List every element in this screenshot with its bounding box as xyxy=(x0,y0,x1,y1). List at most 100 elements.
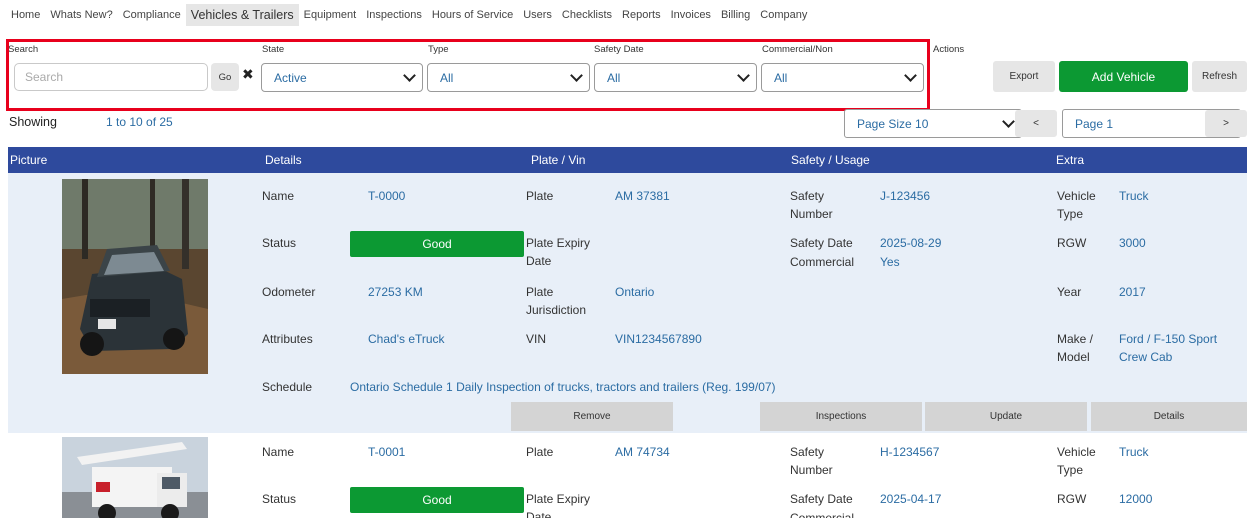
nav-item-inspections[interactable]: Inspections xyxy=(361,6,427,24)
rgw-label: RGW xyxy=(1057,236,1087,250)
state-select-value: Active xyxy=(274,70,307,85)
rgw-value[interactable]: 3000 xyxy=(1119,234,1146,252)
nav-item-company[interactable]: Company xyxy=(755,6,812,24)
filter-bar: Search State Type Safety Date Commercial… xyxy=(0,30,1247,111)
state-label: State xyxy=(262,44,285,55)
nav-item-users[interactable]: Users xyxy=(518,6,557,24)
chevron-down-icon xyxy=(403,68,416,82)
vehicle-type-value[interactable]: Truck xyxy=(1119,443,1149,461)
details-button[interactable]: Details xyxy=(1091,402,1247,431)
schedule-value[interactable]: Ontario Schedule 1 Daily Inspection of t… xyxy=(350,378,776,396)
plate-value[interactable]: AM 74734 xyxy=(615,443,670,461)
top-nav: Home Whats New? Compliance Vehicles & Tr… xyxy=(0,0,1247,30)
go-button[interactable]: Go xyxy=(211,63,239,91)
nav-item-reports[interactable]: Reports xyxy=(617,6,666,24)
nav-item-billing[interactable]: Billing xyxy=(716,6,755,24)
commercial-label: Commercial/Non xyxy=(762,44,833,55)
year-label: Year xyxy=(1057,285,1082,299)
page-size-value: Page Size 10 xyxy=(857,116,929,131)
nav-item-hours-of-service[interactable]: Hours of Service xyxy=(427,6,518,24)
plate-jurisdiction-label-2: Jurisdiction xyxy=(526,303,587,317)
clear-search-icon[interactable]: ✖ xyxy=(242,66,254,83)
safety-number-value[interactable]: J-123456 xyxy=(880,187,930,205)
safety-date-select-value: All xyxy=(607,70,621,85)
table-header: Picture Details Plate / Vin Safety / Usa… xyxy=(8,147,1247,173)
refresh-button[interactable]: Refresh xyxy=(1192,61,1247,92)
commercial-value[interactable]: Yes xyxy=(880,253,900,271)
page-size-select[interactable]: Page Size 10 xyxy=(844,109,1022,138)
safety-date-label: Safety Date xyxy=(594,44,644,55)
plate-expiry-label: Plate Expiry xyxy=(526,236,591,250)
safety-number-label-2: Number xyxy=(790,463,833,477)
showing-label: Showing xyxy=(9,115,57,129)
prev-page-button[interactable]: < xyxy=(1015,110,1057,137)
vin-value[interactable]: VIN1234567890 xyxy=(615,330,702,348)
nav-item-compliance[interactable]: Compliance xyxy=(118,6,186,24)
vehicle-type-label-2: Type xyxy=(1057,207,1084,221)
vehicle-photo xyxy=(62,179,208,374)
chevron-down-icon xyxy=(1002,114,1015,128)
nav-item-vehicles-trailers[interactable]: Vehicles & Trailers xyxy=(185,4,299,26)
header-plate-vin: Plate / Vin xyxy=(531,153,586,167)
showing-value: 1 to 10 of 25 xyxy=(106,115,173,129)
search-input[interactable] xyxy=(14,63,208,91)
attributes-label: Attributes xyxy=(262,332,313,346)
page-select-value: Page 1 xyxy=(1075,116,1114,131)
plate-label: Plate xyxy=(526,445,554,459)
attributes-value[interactable]: Chad's eTruck xyxy=(368,330,445,348)
remove-button[interactable]: Remove xyxy=(511,402,673,431)
safety-number-value[interactable]: H-1234567 xyxy=(880,443,939,461)
status-label: Status xyxy=(262,492,297,506)
commercial-select[interactable]: All xyxy=(761,63,924,92)
export-button[interactable]: Export xyxy=(993,61,1055,92)
safety-date-value[interactable]: 2025-04-17 xyxy=(880,490,941,508)
header-details: Details xyxy=(265,153,302,167)
update-button[interactable]: Update xyxy=(925,402,1087,431)
make-model-value[interactable]: Ford / F-150 Sport xyxy=(1119,330,1217,348)
add-vehicle-button[interactable]: Add Vehicle xyxy=(1059,61,1188,92)
vehicle-name[interactable]: T-0000 xyxy=(368,187,405,205)
commercial-row-label: Commercial xyxy=(790,511,855,518)
state-select[interactable]: Active xyxy=(261,63,423,92)
year-value[interactable]: 2017 xyxy=(1119,283,1146,301)
header-extra: Extra xyxy=(1056,153,1085,167)
name-label: Name xyxy=(262,445,295,459)
plate-jurisdiction-label: Plate xyxy=(526,285,554,299)
next-page-button[interactable]: > xyxy=(1205,110,1247,137)
commercial-select-value: All xyxy=(774,70,788,85)
vin-label: VIN xyxy=(526,332,547,346)
nav-item-home[interactable]: Home xyxy=(6,6,45,24)
header-safety-usage: Safety / Usage xyxy=(791,153,870,167)
chevron-down-icon xyxy=(570,68,583,82)
plate-expiry-label-2: Date xyxy=(526,254,552,268)
plate-value[interactable]: AM 37381 xyxy=(615,187,670,205)
odometer-value[interactable]: 27253 KM xyxy=(368,283,423,301)
name-label: Name xyxy=(262,189,295,203)
vehicle-type-value[interactable]: Truck xyxy=(1119,187,1149,205)
inspections-button[interactable]: Inspections xyxy=(760,402,922,431)
type-select[interactable]: All xyxy=(427,63,590,92)
safety-number-label: Safety xyxy=(790,445,825,459)
chevron-down-icon xyxy=(904,68,917,82)
commercial-row-label: Commercial xyxy=(790,255,855,269)
make-model-label: Make / xyxy=(1057,332,1094,346)
nav-item-equipment[interactable]: Equipment xyxy=(299,6,362,24)
make-model-label-2: Model xyxy=(1057,350,1090,364)
rgw-value[interactable]: 12000 xyxy=(1119,490,1152,508)
nav-item-invoices[interactable]: Invoices xyxy=(666,6,716,24)
make-model-value-2[interactable]: Crew Cab xyxy=(1119,348,1172,366)
odometer-label: Odometer xyxy=(262,285,316,299)
nav-item-whats-new[interactable]: Whats New? xyxy=(45,6,117,24)
status-label: Status xyxy=(262,236,297,250)
jurisdiction-value[interactable]: Ontario xyxy=(615,283,654,301)
safety-date-value[interactable]: 2025-08-29 xyxy=(880,234,941,252)
vehicle-type-label: Vehicle xyxy=(1057,189,1096,203)
nav-item-checklists[interactable]: Checklists xyxy=(557,6,617,24)
vehicle-type-label-2: Type xyxy=(1057,463,1084,477)
type-label: Type xyxy=(428,44,449,55)
rgw-label: RGW xyxy=(1057,492,1087,506)
vehicle-name[interactable]: T-0001 xyxy=(368,443,405,461)
safety-date-select[interactable]: All xyxy=(594,63,757,92)
table-row: Name T-0000 Status Good Odometer 27253 K… xyxy=(8,173,1247,433)
type-select-value: All xyxy=(440,70,454,85)
